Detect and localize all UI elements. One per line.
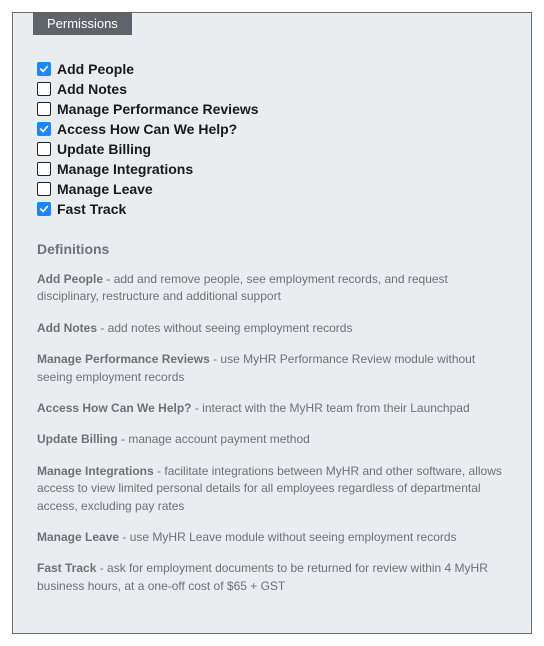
permissions-panel: Permissions Add People Add Notes Manage Pe… xyxy=(12,12,532,634)
definition-desc: use MyHR Leave module without seeing emp… xyxy=(130,530,457,544)
definition-item: Add Notes - add notes without seeing emp… xyxy=(37,320,507,337)
definition-item: Add People - add and remove people, see … xyxy=(37,271,507,306)
permission-label: Manage Performance Reviews xyxy=(57,101,259,117)
definition-item: Manage Leave - use MyHR Leave module wit… xyxy=(37,529,507,546)
permission-row: Manage Integrations xyxy=(37,161,507,177)
permission-checkbox[interactable] xyxy=(37,202,51,216)
permission-row: Access How Can We Help? xyxy=(37,121,507,137)
checkmark-icon xyxy=(39,124,49,134)
definition-item: Manage Integrations - facilitate integra… xyxy=(37,463,507,515)
definition-item: Manage Performance Reviews - use MyHR Pe… xyxy=(37,351,507,386)
permission-row: Add Notes xyxy=(37,81,507,97)
definition-item: Update Billing - manage account payment … xyxy=(37,431,507,448)
definition-desc: add notes without seeing employment reco… xyxy=(108,321,353,335)
definition-item: Access How Can We Help? - interact with … xyxy=(37,400,507,417)
permission-checkbox[interactable] xyxy=(37,162,51,176)
checkmark-icon xyxy=(39,204,49,214)
definition-item: Fast Track - ask for employment document… xyxy=(37,560,507,595)
permission-checkbox[interactable] xyxy=(37,142,51,156)
permissions-checkbox-list: Add People Add Notes Manage Performance Re… xyxy=(37,61,507,217)
permission-checkbox[interactable] xyxy=(37,102,51,116)
definition-term: Manage Performance Reviews xyxy=(37,352,210,366)
permission-row: Add People xyxy=(37,61,507,77)
permission-row: Manage Performance Reviews xyxy=(37,101,507,117)
permission-row: Manage Leave xyxy=(37,181,507,197)
checkmark-icon xyxy=(39,64,49,74)
permission-checkbox[interactable] xyxy=(37,182,51,196)
definition-desc: ask for employment documents to be retur… xyxy=(37,561,488,592)
panel-legend: Permissions xyxy=(33,12,132,35)
permission-label: Add People xyxy=(57,61,134,77)
definitions-heading: Definitions xyxy=(37,241,507,257)
permission-label: Fast Track xyxy=(57,201,126,217)
definition-term: Update Billing xyxy=(37,432,118,446)
definition-desc: manage account payment method xyxy=(128,432,309,446)
permission-label: Access How Can We Help? xyxy=(57,121,237,137)
permission-label: Add Notes xyxy=(57,81,127,97)
definition-term: Manage Integrations xyxy=(37,464,154,478)
permission-checkbox[interactable] xyxy=(37,122,51,136)
permission-checkbox[interactable] xyxy=(37,82,51,96)
definition-term: Access How Can We Help? xyxy=(37,401,192,415)
permission-row: Fast Track xyxy=(37,201,507,217)
permission-checkbox[interactable] xyxy=(37,62,51,76)
definition-desc: interact with the MyHR team from their L… xyxy=(202,401,469,415)
permission-label: Update Billing xyxy=(57,141,151,157)
definitions-list: Add People - add and remove people, see … xyxy=(37,271,507,595)
definition-term: Add People xyxy=(37,272,103,286)
definition-term: Manage Leave xyxy=(37,530,119,544)
permission-label: Manage Integrations xyxy=(57,161,193,177)
definition-term: Fast Track xyxy=(37,561,96,575)
definition-term: Add Notes xyxy=(37,321,97,335)
permission-label: Manage Leave xyxy=(57,181,153,197)
permission-row: Update Billing xyxy=(37,141,507,157)
